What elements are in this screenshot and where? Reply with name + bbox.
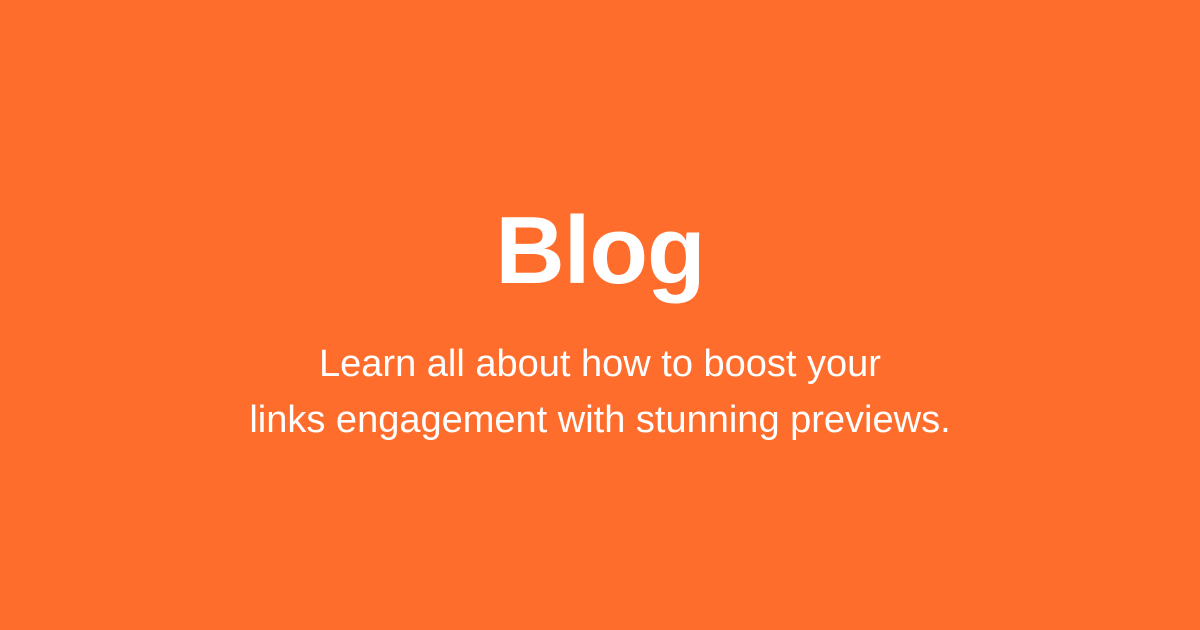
page-title: Blog [495, 197, 705, 304]
subtitle-line-2: links engagement with stunning previews. [249, 399, 951, 441]
preview-card: Blog Learn all about how to boost your l… [0, 0, 1200, 630]
subtitle-line-1: Learn all about how to boost your [319, 343, 881, 385]
page-subtitle: Learn all about how to boost your links … [0, 336, 1200, 448]
